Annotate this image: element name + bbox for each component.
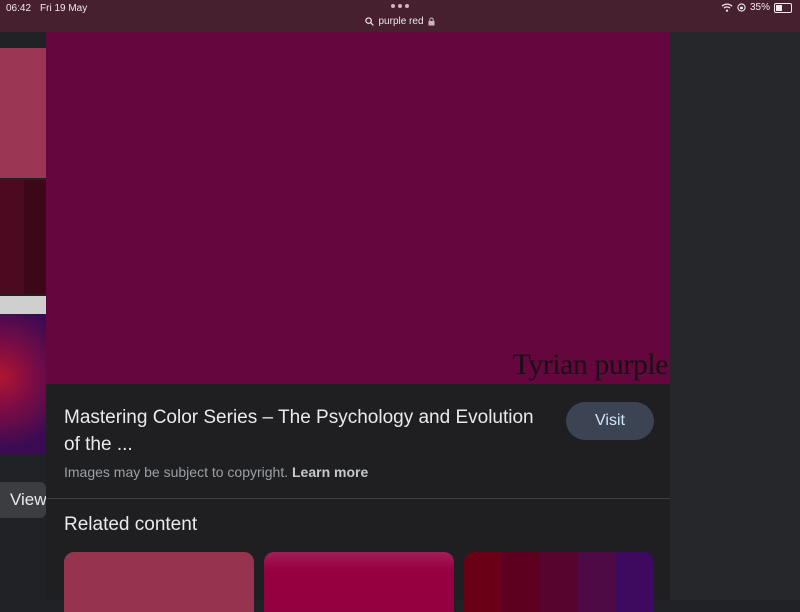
visit-button[interactable]: Visit [566, 402, 654, 440]
background-results-strip: View [0, 32, 46, 600]
learn-more-link[interactable]: Learn more [292, 464, 368, 480]
status-date: Fri 19 May [40, 3, 88, 14]
related-card[interactable] [264, 552, 454, 612]
result-thumbnail[interactable] [0, 296, 46, 314]
related-card[interactable] [64, 552, 254, 612]
view-button[interactable]: View [0, 482, 46, 518]
result-thumbnail[interactable] [0, 180, 46, 294]
image-preview[interactable]: Tyrian purple [46, 32, 670, 384]
result-thumbnail[interactable] [0, 48, 46, 178]
address-bar[interactable]: purple red [0, 16, 800, 29]
orientation-lock-icon [737, 3, 746, 12]
address-text: purple red [378, 16, 424, 27]
copyright-notice: Images may be subject to copyright. Lear… [64, 464, 368, 480]
result-thumbnail[interactable] [0, 314, 46, 454]
divider [46, 498, 670, 499]
search-icon [365, 17, 375, 26]
preview-caption: Tyrian purple [512, 348, 668, 381]
status-time: 06:42 [6, 3, 32, 14]
result-title[interactable]: Mastering Color Series – The Psychology … [64, 404, 554, 458]
battery-icon [774, 2, 792, 13]
right-backdrop [670, 32, 800, 600]
status-indicators: 35% [721, 2, 792, 13]
more-dots-icon[interactable] [391, 4, 411, 8]
battery-percentage: 35% [749, 2, 770, 13]
related-card[interactable] [464, 552, 654, 612]
wifi-icon [721, 3, 733, 12]
status-bar: 06:42 Fri 19 May purple red 35% [0, 0, 800, 32]
copyright-text: Images may be subject to copyright. [64, 464, 289, 480]
related-content-heading: Related content [64, 514, 198, 535]
lock-icon [428, 17, 435, 26]
image-detail-panel: Tyrian purple Mastering Color Series – T… [46, 32, 670, 612]
